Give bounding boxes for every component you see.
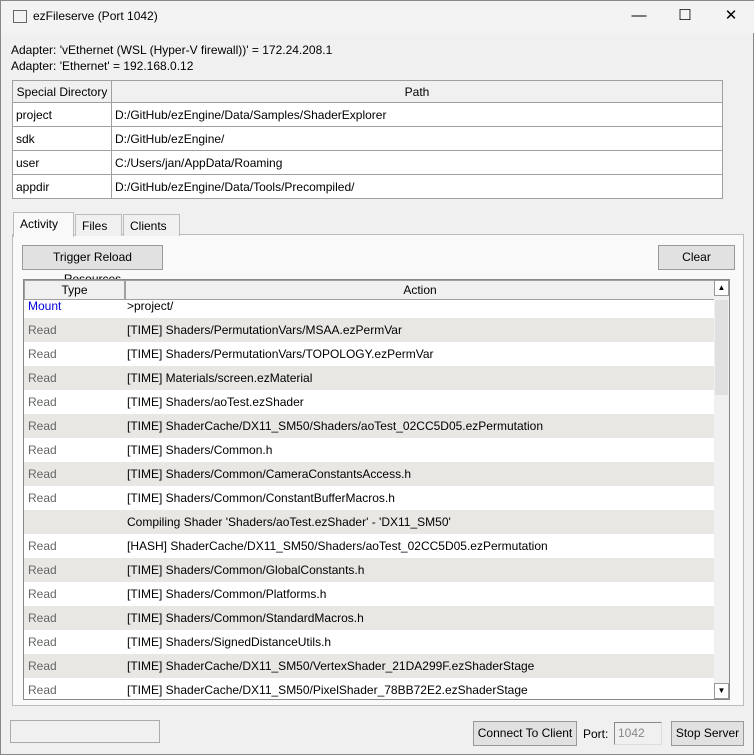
- table-row[interactable]: project D:/GitHub/ezEngine/Data/Samples/S…: [12, 102, 723, 127]
- port-input[interactable]: 1042: [614, 722, 662, 745]
- minimize-button[interactable]: —: [616, 1, 662, 33]
- log-row[interactable]: Read [TIME] Shaders/PermutationVars/MSAA.…: [24, 318, 715, 342]
- log-type: Read: [28, 611, 57, 625]
- log-row[interactable]: Read [TIME] Materials/screen.ezMaterial: [24, 366, 715, 390]
- port-label: Port:: [583, 727, 609, 741]
- log-action: [TIME] Shaders/SignedDistanceUtils.h: [127, 635, 332, 649]
- stop-server-button[interactable]: Stop Server: [671, 721, 744, 746]
- dir-path[interactable]: D:/GitHub/ezEngine/Data/Tools/Precompile…: [111, 174, 723, 199]
- log-action: Compiling Shader 'Shaders/aoTest.ezShade…: [127, 515, 451, 529]
- log-action: [TIME] Materials/screen.ezMaterial: [127, 371, 313, 385]
- app-icon: [13, 10, 27, 23]
- dir-path[interactable]: D:/GitHub/ezEngine/Data/Samples/ShaderEx…: [111, 102, 723, 127]
- log-row[interactable]: Read [TIME] Shaders/Common/GlobalConstant…: [24, 558, 715, 582]
- log-action: [TIME] Shaders/Common/GlobalConstants.h: [127, 563, 365, 577]
- log-action: [TIME] ShaderCache/DX11_SM50/PixelShader…: [127, 683, 528, 697]
- column-header[interactable]: Special Directory: [12, 80, 112, 103]
- trigger-reload-button[interactable]: Trigger Reload Resources: [22, 245, 163, 286]
- log-type: Read: [28, 443, 57, 457]
- log-row[interactable]: Read [TIME] ShaderCache/DX11_SM50/Shaders…: [24, 414, 715, 438]
- log-row[interactable]: Read [TIME] Shaders/SignedDistanceUtils.h: [24, 630, 715, 654]
- log-type: Read: [28, 395, 57, 409]
- column-header[interactable]: Path: [111, 80, 723, 103]
- dir-name[interactable]: appdir: [12, 174, 112, 199]
- log-type: Read: [28, 467, 57, 481]
- log-action: [TIME] Shaders/Common/CameraConstantsAcc…: [127, 467, 412, 481]
- log-action: [TIME] Shaders/Common.h: [127, 443, 273, 457]
- log-action: [TIME] Shaders/Common/ConstantBufferMacr…: [127, 491, 395, 505]
- window-title: ezFileserve (Port 1042): [33, 9, 158, 23]
- dir-name[interactable]: project: [12, 102, 112, 127]
- log-type: Read: [28, 371, 57, 385]
- log-row[interactable]: Read [TIME] Shaders/PermutationVars/TOPOL…: [24, 342, 715, 366]
- table-row[interactable]: sdk D:/GitHub/ezEngine/: [12, 126, 723, 151]
- log-action: [TIME] Shaders/PermutationVars/TOPOLOGY.…: [127, 347, 434, 361]
- log-type: Read: [28, 347, 57, 361]
- log-row[interactable]: Read [TIME] Shaders/Common/StandardMacros…: [24, 606, 715, 630]
- log-type: [24, 510, 124, 534]
- maximize-button[interactable]: ☐: [662, 1, 708, 33]
- dir-path[interactable]: C:/Users/jan/AppData/Roaming: [111, 150, 723, 175]
- log-action: [TIME] Shaders/aoTest.ezShader: [127, 395, 304, 409]
- log-row[interactable]: Read [TIME] ShaderCache/DX11_SM50/VertexS…: [24, 654, 715, 678]
- adapter-line: Adapter: 'vEthernet (WSL (Hyper-V firewa…: [11, 43, 333, 57]
- log-action: [TIME] ShaderCache/DX11_SM50/VertexShade…: [127, 659, 535, 673]
- table-row[interactable]: user C:/Users/jan/AppData/Roaming: [12, 150, 723, 175]
- log-type: Read: [28, 323, 57, 337]
- status-bar: [10, 720, 160, 743]
- tab-clients[interactable]: Clients: [123, 214, 180, 236]
- tab-files[interactable]: Files: [75, 214, 122, 236]
- log-type: Read: [28, 683, 57, 697]
- log-header: Type Action: [24, 280, 715, 300]
- tab-activity[interactable]: Activity: [13, 212, 74, 237]
- log-type: Read: [28, 539, 57, 553]
- scroll-thumb[interactable]: [715, 300, 728, 395]
- close-button[interactable]: ✕: [708, 1, 754, 33]
- table-row[interactable]: appdir D:/GitHub/ezEngine/Data/Tools/Prec…: [12, 174, 723, 199]
- log-row[interactable]: Read [TIME] Shaders/Common/ConstantBuffer…: [24, 486, 715, 510]
- log-type: Read: [28, 491, 57, 505]
- scroll-down-icon[interactable]: ▼: [714, 683, 729, 699]
- log-action: [HASH] ShaderCache/DX11_SM50/Shaders/aoT…: [127, 539, 548, 553]
- column-header-type[interactable]: Type: [24, 280, 125, 300]
- title-bar: ezFileserve (Port 1042) — ☐ ✕: [1, 1, 754, 33]
- log-action: [TIME] ShaderCache/DX11_SM50/Shaders/aoT…: [127, 419, 543, 433]
- log-row[interactable]: Compiling Shader 'Shaders/aoTest.ezShade…: [24, 510, 715, 534]
- log-row[interactable]: Read [TIME] Shaders/Common/Platforms.h: [24, 582, 715, 606]
- log-row[interactable]: Read [TIME] Shaders/aoTest.ezShader: [24, 390, 715, 414]
- log-action: [TIME] Shaders/Common/StandardMacros.h: [127, 611, 364, 625]
- log-row[interactable]: Read [TIME] Shaders/Common/CameraConstant…: [24, 462, 715, 486]
- dir-path[interactable]: D:/GitHub/ezEngine/: [111, 126, 723, 151]
- scroll-up-icon[interactable]: ▲: [714, 280, 729, 296]
- activity-log[interactable]: Mount >project/Read [TIME] Shaders/Permuta…: [23, 279, 730, 700]
- log-type: Read: [28, 635, 57, 649]
- adapter-list: Adapter: 'vEthernet (WSL (Hyper-V firewa…: [11, 42, 332, 74]
- dir-name[interactable]: sdk: [12, 126, 112, 151]
- log-type: Read: [28, 563, 57, 577]
- log-type: Read: [28, 419, 57, 433]
- dir-name[interactable]: user: [12, 150, 112, 175]
- adapter-line: Adapter: 'Ethernet' = 192.168.0.12: [11, 59, 194, 73]
- log-type: Read: [28, 587, 57, 601]
- log-action: [TIME] Shaders/Common/Platforms.h: [127, 587, 327, 601]
- log-row[interactable]: Read [HASH] ShaderCache/DX11_SM50/Shaders…: [24, 534, 715, 558]
- special-directories-table: Special Directory Path project D:/GitHub/e…: [12, 80, 723, 199]
- connect-to-client-button[interactable]: Connect To Client: [473, 721, 577, 746]
- vertical-scrollbar[interactable]: ▲ ▼: [714, 280, 729, 699]
- clear-button[interactable]: Clear: [658, 245, 735, 270]
- log-row[interactable]: Read [TIME] Shaders/Common.h: [24, 438, 715, 462]
- log-action: [TIME] Shaders/PermutationVars/MSAA.ezPe…: [127, 323, 402, 337]
- log-type: Read: [28, 659, 57, 673]
- column-header-action[interactable]: Action: [125, 280, 715, 300]
- log-row[interactable]: Read [TIME] ShaderCache/DX11_SM50/PixelSh…: [24, 678, 715, 699]
